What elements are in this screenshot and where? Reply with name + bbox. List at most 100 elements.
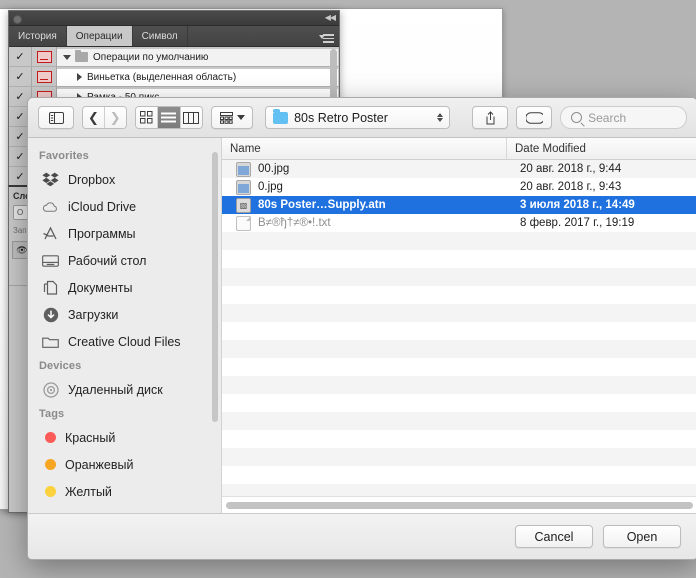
column-view-icon (183, 111, 200, 124)
sidebar-item-label: Зеленый (65, 512, 116, 514)
sidebar-item-label: Удаленный диск (68, 382, 163, 397)
sidebar-tag-green[interactable]: Зеленый (28, 505, 221, 514)
sidebar-item-label: Оранжевый (65, 457, 134, 472)
up-down-stepper-icon[interactable] (437, 113, 444, 122)
action-row[interactable]: ✓ Операции по умолчанию (9, 47, 339, 67)
horizontal-scrollbar[interactable] (226, 501, 693, 509)
sidebar-tag-yellow[interactable]: Желтый (28, 478, 221, 505)
file-date-cell: 3 июля 2018 г., 14:49 (520, 199, 635, 211)
table-row[interactable]: 0.jpg 20 авг. 2018 г., 9:43 151 KB J (222, 178, 696, 196)
tag-icon (525, 111, 543, 124)
sidebar-item-dropbox[interactable]: Dropbox (28, 166, 221, 193)
collapse-panel-icon[interactable]: ◀◀ (325, 14, 336, 22)
disclosure-triangle-icon[interactable] (77, 73, 82, 81)
column-header-date-label: Date Modified (515, 142, 586, 155)
search-input[interactable]: Search (560, 106, 687, 129)
tag-dot-icon (45, 432, 56, 443)
table-row-empty (222, 376, 696, 394)
sidebar-section-devices-title: Devices (39, 360, 82, 372)
panel-menu-icon[interactable] (319, 31, 334, 43)
sidebar-tag-red[interactable]: Красный (28, 424, 221, 451)
chevron-right-icon: ❯ (109, 110, 121, 125)
sidebar-item-label: Creative Cloud Files (68, 334, 181, 349)
share-button[interactable] (472, 106, 509, 129)
cloud-icon (42, 198, 59, 215)
sidebar-scrollbar[interactable] (212, 152, 218, 422)
sidebar-item-documents[interactable]: Документы (28, 274, 221, 301)
sidebar-item-remote-disc[interactable]: Удаленный диск (28, 376, 221, 403)
file-name-label: B≠®ђ†≠®•!.txt (258, 217, 331, 229)
folder-icon (42, 333, 59, 350)
sidebar-toggle-icon[interactable] (38, 106, 74, 129)
applications-icon (42, 225, 59, 242)
table-row-empty (222, 250, 696, 268)
action-dialog-toggle-icon[interactable] (32, 47, 57, 66)
back-button[interactable]: ❮ (83, 107, 105, 128)
sidebar-section-tags-title: Tags (39, 408, 65, 420)
panel-tab-bar: История Операции Символ (9, 26, 339, 47)
open-button[interactable]: Open (603, 525, 681, 548)
column-header-date-modified[interactable]: Date Modified (507, 138, 696, 159)
tab-character[interactable]: Символ (132, 26, 188, 46)
chevron-down-icon (236, 115, 245, 120)
column-header-name[interactable]: Name (222, 138, 507, 159)
navigation-buttons[interactable]: ❮ ❯ (82, 106, 127, 129)
current-folder-label: 80s Retro Poster (294, 110, 388, 125)
table-row-empty (222, 304, 696, 322)
tab-history[interactable]: История (9, 26, 67, 46)
chevron-left-icon: ❮ (87, 110, 99, 125)
file-list: Name Date Modified Size 00.jpg 20 авг. 2… (222, 138, 696, 513)
sidebar-item-label: Dropbox (68, 172, 116, 187)
share-icon (486, 110, 495, 124)
table-row-empty (222, 358, 696, 376)
table-row-selected[interactable]: ▧ 80s Poster…Supply.atn 3 июля 2018 г., … (222, 196, 696, 214)
view-column-button[interactable] (180, 107, 203, 128)
file-name-cell: 0.jpg (222, 179, 512, 195)
action-item[interactable]: Операции по умолчанию (57, 48, 338, 66)
file-date-cell: 8 февр. 2017 г., 19:19 (520, 217, 635, 229)
cancel-button[interactable]: Cancel (515, 525, 593, 548)
action-enabled-checkbox[interactable]: ✓ (9, 47, 32, 66)
sidebar-item-icloud-drive[interactable]: iCloud Drive (28, 193, 221, 220)
panel-close-dot-icon[interactable] (13, 15, 22, 24)
sidebar-item-label: iCloud Drive (68, 199, 137, 214)
group-by-button[interactable] (211, 106, 254, 129)
table-row-empty (222, 268, 696, 286)
path-popup-button[interactable]: 80s Retro Poster (265, 106, 451, 129)
action-enabled-checkbox[interactable]: ✓ (9, 67, 32, 86)
table-row-empty (222, 466, 696, 484)
table-row-empty (222, 322, 696, 340)
tab-actions[interactable]: Операции (66, 26, 133, 46)
sidebar-item-desktop[interactable]: Рабочий стол (28, 247, 221, 274)
horizontal-scroll-area (222, 496, 696, 513)
forward-button[interactable]: ❯ (104, 107, 126, 128)
tag-button[interactable] (516, 106, 553, 129)
sidebar-item-applications[interactable]: Программы (28, 220, 221, 247)
view-icon-button[interactable] (135, 107, 159, 128)
sidebar-section-favorites-title: Favorites (39, 150, 89, 162)
column-headers: Name Date Modified Size (222, 138, 696, 160)
sidebar-tag-orange[interactable]: Оранжевый (28, 451, 221, 478)
file-name-label: 00.jpg (258, 163, 290, 175)
disclosure-triangle-icon[interactable] (63, 54, 71, 60)
action-item[interactable]: Виньетка (выделенная область) (57, 68, 338, 86)
gallery-view-icon (219, 111, 233, 124)
table-row[interactable]: B≠®ђ†≠®•!.txt 8 февр. 2017 г., 19:19 2 K… (222, 214, 696, 232)
dialog-footer: Cancel Open (28, 513, 696, 559)
view-list-button[interactable] (158, 107, 181, 128)
action-row[interactable]: ✓ Виньетка (выделенная область) (9, 67, 339, 87)
image-file-icon (236, 161, 251, 177)
view-mode-segmented-control[interactable] (134, 106, 204, 129)
action-dialog-toggle-icon[interactable] (32, 67, 57, 86)
sidebar-item-label: Загрузки (68, 307, 119, 322)
sidebar-item-downloads[interactable]: Загрузки (28, 301, 221, 328)
text-file-icon (236, 215, 251, 231)
search-icon (571, 112, 583, 123)
icon-view-icon (139, 111, 153, 124)
sidebar: Favorites Dropbox iCloud Drive Программы… (28, 138, 222, 513)
table-row[interactable]: 00.jpg 20 авг. 2018 г., 9:44 181 KB J (222, 160, 696, 178)
file-name-cell: B≠®ђ†≠®•!.txt (222, 215, 512, 231)
sidebar-toggle-glyph (48, 111, 64, 124)
sidebar-item-label: Программы (68, 226, 136, 241)
sidebar-item-creative-cloud-files[interactable]: Creative Cloud Files (28, 328, 221, 355)
